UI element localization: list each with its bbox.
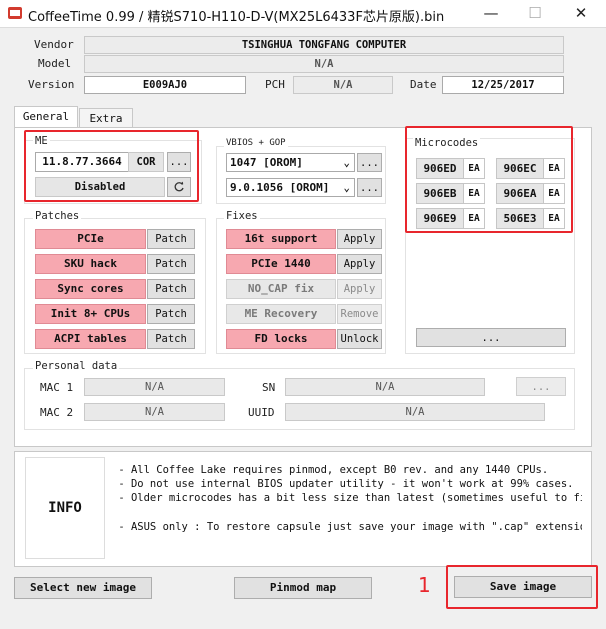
- gop-select[interactable]: 9.0.1056 [OROM] ⌄: [226, 178, 355, 197]
- patch-label: Sync cores: [35, 279, 146, 299]
- patch-button[interactable]: Patch: [147, 254, 195, 274]
- info-text: - All Coffee Lake requires pinmod, excep…: [118, 464, 582, 533]
- patch-button[interactable]: Patch: [147, 229, 195, 249]
- patch-label: Init 8+ CPUs: [35, 304, 146, 324]
- microcodes-more-button[interactable]: ...: [416, 328, 566, 347]
- mac2-label: MAC 2: [40, 406, 74, 419]
- patch-button[interactable]: Patch: [147, 304, 195, 324]
- vbios-title: VBIOS + GOP: [224, 138, 288, 148]
- me-highlight: [24, 130, 199, 202]
- personal-title: Personal data: [33, 360, 120, 372]
- fix-label: NO_CAP fix: [226, 279, 336, 299]
- fix-button[interactable]: Remove: [337, 304, 382, 324]
- date-field: 12/25/2017: [442, 76, 564, 94]
- vendor-label: Vendor: [34, 38, 74, 51]
- sn-label: SN: [262, 381, 276, 394]
- select-image-button[interactable]: Select new image: [14, 577, 152, 599]
- patches-title: Patches: [33, 210, 82, 222]
- fix-button[interactable]: Unlock: [337, 329, 382, 349]
- mac1-label: MAC 1: [40, 381, 74, 394]
- fix-label: ME Recovery: [226, 304, 336, 324]
- chevron-down-icon: ⌄: [343, 181, 350, 194]
- save-highlight: [446, 565, 598, 609]
- title-bar: CoffeeTime 0.99 / 精锐S710-H110-D-V(MX25L6…: [0, 0, 606, 28]
- vendor-field: TSINGHUA TONGFANG COMPUTER: [84, 36, 564, 54]
- patch-label: PCIe: [35, 229, 146, 249]
- annotation-number: 1: [418, 573, 431, 597]
- model-label: Model: [38, 57, 72, 70]
- fix-button[interactable]: Apply: [337, 279, 382, 299]
- fix-button[interactable]: Apply: [337, 254, 382, 274]
- model-field: N/A: [84, 55, 564, 73]
- patch-label: SKU hack: [35, 254, 146, 274]
- close-button[interactable]: ✕: [560, 0, 602, 28]
- sn-field: N/A: [285, 378, 485, 396]
- maximize-button[interactable]: ☐: [514, 0, 556, 28]
- fix-label: 16t support: [226, 229, 336, 249]
- personal-more-button[interactable]: ...: [516, 377, 566, 396]
- fix-label: PCIe 1440: [226, 254, 336, 274]
- pinmod-map-button[interactable]: Pinmod map: [234, 577, 372, 599]
- mac1-field: N/A: [84, 378, 225, 396]
- patch-button[interactable]: Patch: [147, 279, 195, 299]
- fix-button[interactable]: Apply: [337, 229, 382, 249]
- fix-label: FD locks: [226, 329, 336, 349]
- version-label: Version: [28, 78, 75, 91]
- patch-label: ACPI tables: [35, 329, 146, 349]
- tab-general[interactable]: General: [14, 106, 78, 128]
- uuid-field: N/A: [285, 403, 545, 421]
- mac2-field: N/A: [84, 403, 225, 421]
- patch-button[interactable]: Patch: [147, 329, 195, 349]
- app-icon: [8, 7, 22, 19]
- vbios-select[interactable]: 1047 [OROM] ⌄: [226, 153, 355, 172]
- vbios-more-button[interactable]: ...: [357, 153, 382, 172]
- microcodes-highlight: [405, 126, 573, 233]
- date-label: Date: [410, 78, 437, 91]
- fixes-title: Fixes: [224, 210, 260, 222]
- pch-field: N/A: [293, 76, 393, 94]
- version-field: E009AJ0: [84, 76, 246, 94]
- chevron-down-icon: ⌄: [343, 156, 350, 169]
- gop-more-button[interactable]: ...: [357, 178, 382, 197]
- tab-extra[interactable]: Extra: [79, 108, 133, 128]
- vbios-select-value: 1047 [OROM]: [230, 156, 303, 169]
- uuid-label: UUID: [248, 406, 275, 419]
- window-title: CoffeeTime 0.99 / 精锐S710-H110-D-V(MX25L6…: [28, 10, 445, 25]
- pch-label: PCH: [265, 78, 285, 91]
- gop-select-value: 9.0.1056 [OROM]: [230, 181, 330, 194]
- info-label: INFO: [25, 457, 105, 559]
- minimize-button[interactable]: —: [470, 0, 512, 28]
